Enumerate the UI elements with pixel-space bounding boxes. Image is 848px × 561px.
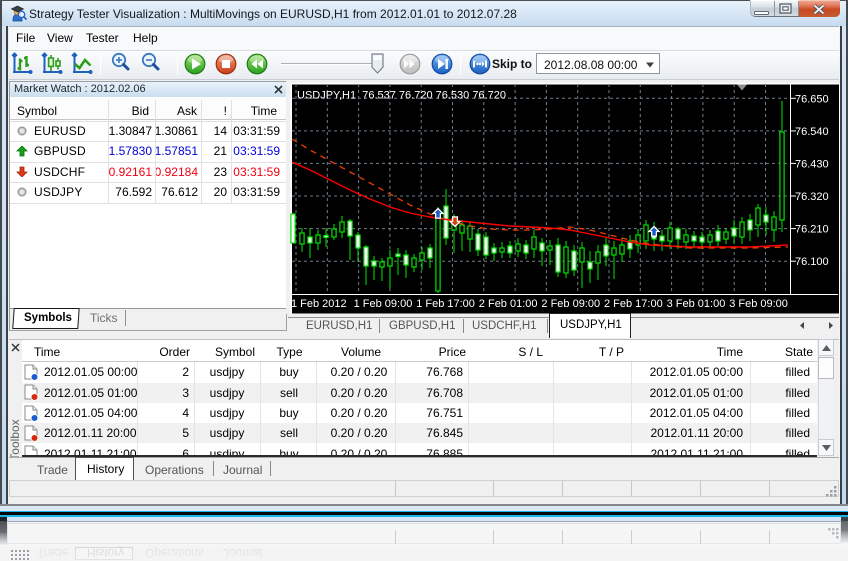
svg-text:1 Feb 2012: 1 Feb 2012 xyxy=(291,298,347,310)
svg-text:76.650: 76.650 xyxy=(795,93,829,105)
svg-text:USDJPY,H1 76.537 76.720 76.53: USDJPY,H1 76.537 76.720 76.530 76.720 xyxy=(297,90,506,102)
svg-text:76.210: 76.210 xyxy=(795,224,829,236)
svg-text:1 Feb 17:00: 1 Feb 17:00 xyxy=(416,298,475,310)
svg-text:2 Feb 09:00: 2 Feb 09:00 xyxy=(541,298,600,310)
svg-text:3 Feb 01:00: 3 Feb 01:00 xyxy=(667,298,726,310)
svg-text:3 Feb 09:00: 3 Feb 09:00 xyxy=(729,298,788,310)
svg-text:1 Feb 09:00: 1 Feb 09:00 xyxy=(354,298,413,310)
svg-text:76.540: 76.540 xyxy=(795,126,829,138)
svg-text:76.320: 76.320 xyxy=(795,191,829,203)
svg-text:2 Feb 01:00: 2 Feb 01:00 xyxy=(479,298,538,310)
svg-text:76.430: 76.430 xyxy=(795,158,829,170)
svg-text:76.100: 76.100 xyxy=(795,256,829,268)
svg-text:2 Feb 17:00: 2 Feb 17:00 xyxy=(604,298,663,310)
